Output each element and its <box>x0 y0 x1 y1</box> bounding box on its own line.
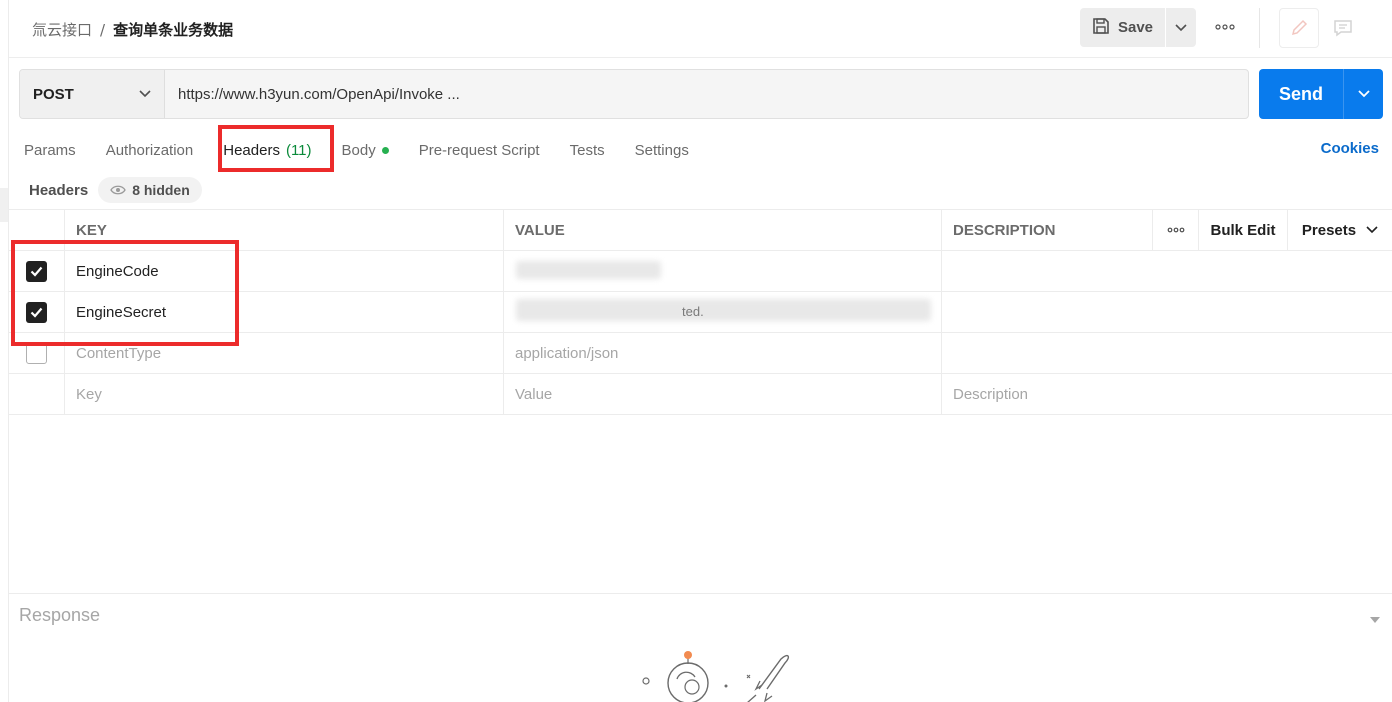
astronaut-rocket-illustration <box>629 649 799 702</box>
save-options-button[interactable] <box>1166 8 1196 47</box>
send-button-group: Send <box>1259 69 1383 119</box>
header-description[interactable] <box>942 333 1392 373</box>
left-sidebar-edge <box>0 0 9 702</box>
header-value-redacted[interactable]: ted. <box>504 292 942 332</box>
annotation-headers-tab <box>218 125 334 172</box>
ellipsis-icon <box>1167 227 1184 233</box>
send-button[interactable]: Send <box>1259 69 1343 119</box>
edit-button[interactable] <box>1279 8 1319 48</box>
more-actions-button[interactable] <box>1212 16 1238 38</box>
header-description[interactable] <box>942 251 1392 291</box>
headers-title: Headers <box>29 181 89 199</box>
new-value-input[interactable]: Value <box>504 374 942 414</box>
presets-label: Presets <box>1301 221 1357 239</box>
eye-icon <box>110 185 126 195</box>
toolbar-divider <box>1259 8 1260 48</box>
new-header-row: Key Value Description <box>9 374 1392 415</box>
cookies-link[interactable]: Cookies <box>1321 140 1379 157</box>
save-label: Save <box>1117 19 1154 36</box>
column-description: DESCRIPTION <box>942 210 1153 250</box>
bulk-edit-button[interactable]: Bulk Edit <box>1199 210 1288 250</box>
request-tabs: Params Authorization Headers (11) Body P… <box>24 138 719 162</box>
ellipsis-icon <box>1215 24 1235 30</box>
hidden-headers-toggle[interactable]: 8 hidden <box>98 177 202 203</box>
url-bar: POST https://www.h3yun.com/OpenApi/Invok… <box>19 69 1249 119</box>
floppy-disk-icon <box>1092 17 1110 39</box>
method-label: POST <box>33 85 74 103</box>
header-value[interactable]: application/json <box>504 333 942 373</box>
tab-params[interactable]: Params <box>24 142 76 159</box>
tab-authorization[interactable]: Authorization <box>106 142 194 159</box>
comments-button[interactable] <box>1323 8 1363 48</box>
response-collapse-button[interactable] <box>1369 611 1381 629</box>
caret-down-icon <box>1370 617 1380 623</box>
annotation-header-rows <box>11 240 239 346</box>
chevron-down-icon <box>139 90 151 98</box>
save-button-group: Save <box>1080 8 1196 47</box>
header-value-redacted[interactable] <box>504 251 942 291</box>
breadcrumb-collection[interactable]: 氚云接口 <box>32 19 92 40</box>
response-panel: Response <box>9 593 1392 702</box>
response-title: Response <box>19 605 101 625</box>
pencil-icon <box>1291 19 1308 36</box>
postman-request-view: 氚云接口 / 查询单条业务数据 Save POST https://www.h3… <box>0 0 1392 702</box>
header-description[interactable] <box>942 292 1392 332</box>
chevron-down-icon <box>1175 23 1187 31</box>
tab-body[interactable]: Body <box>342 142 389 159</box>
chevron-down-icon <box>1357 90 1370 98</box>
presets-dropdown[interactable]: Presets <box>1288 210 1392 250</box>
new-key-input[interactable]: Key <box>65 374 504 414</box>
comment-icon <box>1334 20 1352 37</box>
tab-pre-request-script[interactable]: Pre-request Script <box>419 142 540 159</box>
body-indicator-dot <box>381 146 389 154</box>
tab-settings[interactable]: Settings <box>635 142 689 159</box>
hidden-count: 8 hidden <box>132 182 190 198</box>
save-button[interactable]: Save <box>1080 8 1165 47</box>
tab-body-label: Body <box>341 141 376 159</box>
column-value: VALUE <box>504 210 942 250</box>
header-value-fragment: ted. <box>682 304 704 319</box>
url-input[interactable]: https://www.h3yun.com/OpenApi/Invoke ... <box>165 70 1248 118</box>
tab-tests[interactable]: Tests <box>570 142 605 159</box>
column-options-button[interactable] <box>1153 210 1199 250</box>
new-description-input[interactable]: Description <box>942 374 1392 414</box>
request-name[interactable]: 查询单条业务数据 <box>113 19 233 40</box>
send-options-button[interactable] <box>1343 69 1383 119</box>
chevron-down-icon <box>1366 226 1378 234</box>
breadcrumb-separator: / <box>100 20 106 39</box>
method-select[interactable]: POST <box>20 70 165 118</box>
headers-subheader: Headers 8 hidden <box>29 176 202 204</box>
breadcrumb: 氚云接口 / 查询单条业务数据 <box>32 19 233 40</box>
